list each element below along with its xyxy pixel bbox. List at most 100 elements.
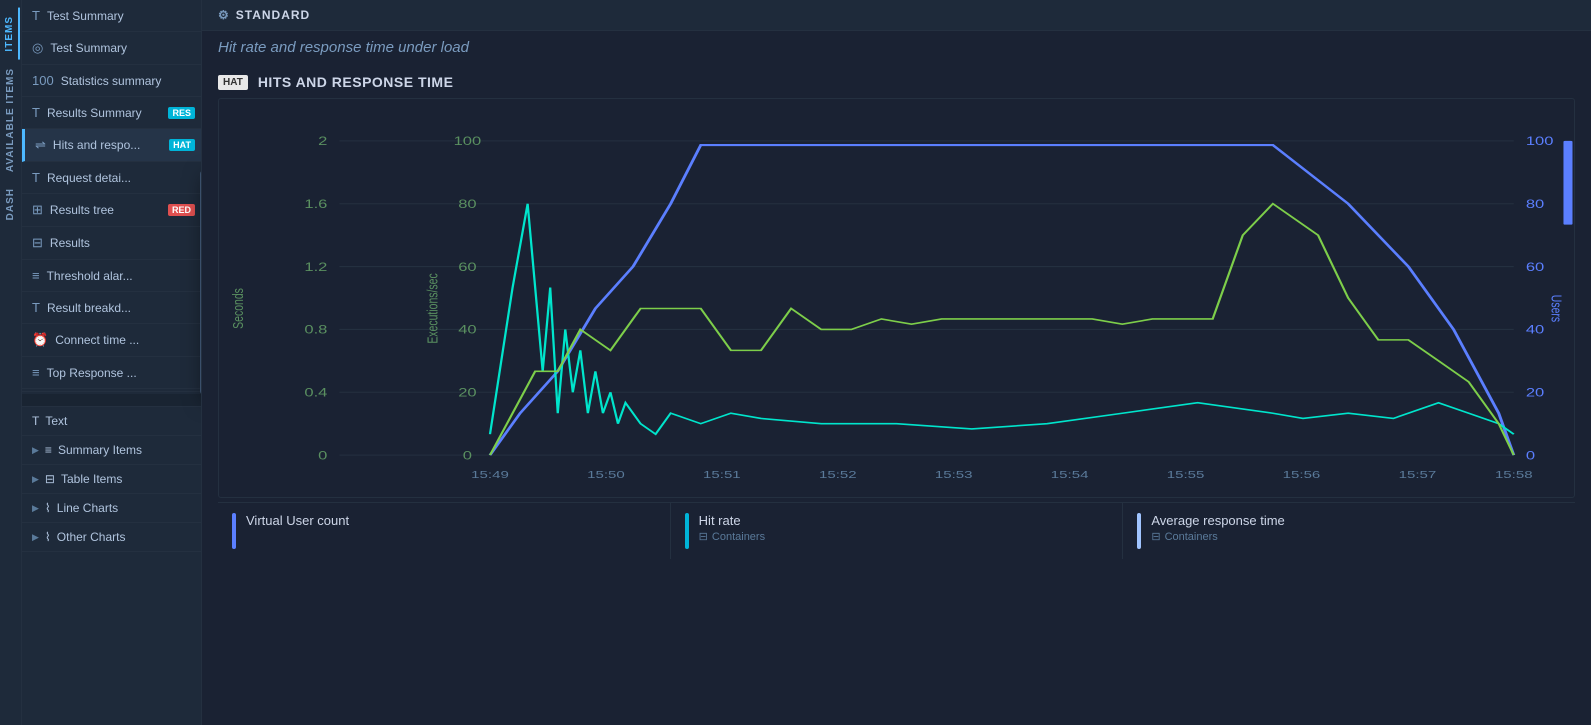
chevron-other-charts: ▶ bbox=[32, 532, 39, 543]
svg-text:15:58: 15:58 bbox=[1495, 468, 1533, 480]
sidebar-label-connect-time: Connect time ... bbox=[55, 333, 139, 347]
chart-container: HAT HITS AND RESPONSE TIME 2 1.6 1.2 0.8… bbox=[202, 64, 1591, 725]
sidebar-item-result-breakdown[interactable]: T Result breakd... bbox=[22, 292, 201, 324]
legend-label-avg-response: Average response time bbox=[1151, 513, 1284, 528]
sidebar-label-test-summary-t: Test Summary bbox=[47, 9, 124, 23]
badge-hits-and-response: HAT bbox=[169, 139, 195, 151]
chart-area: 2 1.6 1.2 0.8 0.4 0 100 80 60 40 20 0 10… bbox=[218, 98, 1575, 498]
vtab-items[interactable]: ITEMS bbox=[1, 8, 20, 60]
svg-text:15:53: 15:53 bbox=[935, 468, 973, 480]
legend-bar: Virtual User count Hit rate ⊟ Containers… bbox=[218, 502, 1575, 559]
label-summary-items: Summary Items bbox=[58, 443, 142, 457]
sidebar-label-test-summary-c: Test Summary bbox=[50, 41, 127, 55]
chart-svg: 2 1.6 1.2 0.8 0.4 0 100 80 60 40 20 0 10… bbox=[219, 99, 1574, 497]
standard-label: STANDARD bbox=[236, 8, 310, 22]
sidebar-item-test-summary-t[interactable]: T Test Summary bbox=[22, 0, 201, 32]
chevron-line-charts: ▶ bbox=[32, 503, 39, 514]
svg-text:Seconds: Seconds bbox=[229, 288, 246, 329]
available-section-header bbox=[22, 394, 201, 407]
sidebar-label-results-tree: Results tree bbox=[50, 203, 114, 217]
sidebar-label-request-detail: Request detai... bbox=[47, 171, 131, 185]
svg-text:60: 60 bbox=[458, 261, 476, 274]
svg-text:0.4: 0.4 bbox=[304, 387, 327, 400]
svg-text:15:49: 15:49 bbox=[471, 468, 509, 480]
svg-text:100: 100 bbox=[1526, 135, 1554, 148]
hat-badge: HAT bbox=[218, 75, 248, 90]
chevron-summary-items: ▶ bbox=[32, 445, 39, 456]
legend-color-virtual-user bbox=[232, 513, 236, 549]
sidebar-icon-hits-and-response: ⇌ bbox=[35, 137, 46, 153]
chart-title: HITS AND RESPONSE TIME bbox=[258, 74, 454, 90]
sidebar-icon-test-summary-c: ◎ bbox=[32, 40, 43, 56]
available-item-summary-items[interactable]: ▶ ≡ Summary Items bbox=[22, 436, 201, 465]
sidebar-label-result-breakdown: Result breakd... bbox=[47, 301, 131, 315]
sidebar-icon-top-response: ≡ bbox=[32, 365, 40, 380]
containers-icon-1: ⊟ bbox=[699, 530, 708, 543]
sidebar-label-statistics-summary: Statistics summary bbox=[61, 74, 162, 88]
sidebar-item-top-response[interactable]: ≡ Top Response ... bbox=[22, 357, 201, 389]
badge-results-summary: RES bbox=[168, 107, 195, 119]
svg-text:20: 20 bbox=[1526, 387, 1544, 400]
vtab-dash[interactable]: DASH bbox=[2, 180, 19, 228]
sidebar-icon-results-summary: T bbox=[32, 105, 40, 120]
label-text: Text bbox=[45, 414, 67, 428]
available-item-other-charts[interactable]: ▶ ⌇ Other Charts bbox=[22, 523, 201, 552]
legend-hit-rate: Hit rate ⊟ Containers bbox=[671, 503, 1124, 559]
svg-text:40: 40 bbox=[458, 324, 476, 337]
sidebar-icon-statistics-summary: 100 bbox=[32, 73, 54, 88]
svg-text:1.6: 1.6 bbox=[304, 198, 327, 211]
svg-text:80: 80 bbox=[1526, 198, 1544, 211]
svg-text:15:50: 15:50 bbox=[587, 468, 625, 480]
sidebar-label-results-summary: Results Summary bbox=[47, 106, 142, 120]
containers-icon-2: ⊟ bbox=[1151, 530, 1160, 543]
legend-label-virtual-user: Virtual User count bbox=[246, 513, 349, 528]
label-other-charts: Other Charts bbox=[57, 530, 126, 544]
legend-color-hit-rate bbox=[685, 513, 689, 549]
sidebar-item-statistics-summary[interactable]: 100 Statistics summary bbox=[22, 65, 201, 97]
svg-text:40: 40 bbox=[1526, 324, 1544, 337]
sidebar-label-results: Results bbox=[50, 236, 90, 250]
sidebar-item-results[interactable]: ⊟ Results bbox=[22, 227, 201, 260]
svg-text:Executions/sec: Executions/sec bbox=[423, 273, 440, 344]
sidebar-icon-results: ⊟ bbox=[32, 235, 43, 251]
sidebar-item-results-tree[interactable]: ⊞ Results tree RED bbox=[22, 194, 201, 227]
sidebar: T Test Summary ◎ Test Summary 100 Statis… bbox=[22, 0, 202, 725]
sidebar-item-request-detail[interactable]: T Request detai... bbox=[22, 162, 201, 194]
svg-text:60: 60 bbox=[1526, 261, 1544, 274]
svg-text:1.2: 1.2 bbox=[304, 261, 327, 274]
legend-label-hit-rate: Hit rate bbox=[699, 513, 765, 528]
sidebar-icon-test-summary-t: T bbox=[32, 8, 40, 23]
sidebar-icon-results-tree: ⊞ bbox=[32, 202, 43, 218]
vtab-available[interactable]: AVAILABLE ITEMS bbox=[2, 60, 19, 180]
icon-table-items: ⊟ bbox=[45, 472, 55, 486]
svg-text:2: 2 bbox=[318, 135, 327, 148]
sidebar-icon-request-detail: T bbox=[32, 170, 40, 185]
main-content: ⚙ STANDARD Hit rate and response time un… bbox=[202, 0, 1591, 725]
chart-header: HAT HITS AND RESPONSE TIME bbox=[218, 74, 1575, 90]
sidebar-item-test-summary-c[interactable]: ◎ Test Summary bbox=[22, 32, 201, 65]
sidebar-item-hits-and-response[interactable]: ⇌ Hits and respo... HAT bbox=[22, 129, 201, 162]
available-item-table-items[interactable]: ▶ ⊟ Table Items bbox=[22, 465, 201, 494]
svg-text:100: 100 bbox=[454, 135, 482, 148]
available-item-line-charts[interactable]: ▶ ⌇ Line Charts bbox=[22, 494, 201, 523]
sidebar-label-threshold-alarm: Threshold alar... bbox=[47, 269, 133, 283]
svg-text:0: 0 bbox=[463, 450, 472, 463]
legend-sub-avg-response: ⊟ Containers bbox=[1151, 530, 1284, 543]
sidebar-item-connect-time[interactable]: ⏰ Connect time ... bbox=[22, 324, 201, 357]
svg-text:15:51: 15:51 bbox=[703, 468, 741, 480]
label-table-items: Table Items bbox=[61, 472, 122, 486]
svg-text:20: 20 bbox=[458, 387, 476, 400]
sidebar-icon-connect-time: ⏰ bbox=[32, 332, 48, 348]
sidebar-item-threshold-alarm[interactable]: ≡ Threshold alar... bbox=[22, 260, 201, 292]
legend-color-avg-response bbox=[1137, 513, 1141, 549]
sidebar-label-hits-and-response: Hits and respo... bbox=[53, 138, 140, 152]
icon-summary-items: ≡ bbox=[45, 443, 52, 457]
main-header: ⚙ STANDARD bbox=[202, 0, 1591, 31]
badge-results-tree: RED bbox=[168, 204, 195, 216]
legend-virtual-user: Virtual User count bbox=[218, 503, 671, 559]
sidebar-item-results-summary[interactable]: T Results Summary RES bbox=[22, 97, 201, 129]
svg-text:15:54: 15:54 bbox=[1051, 468, 1089, 480]
available-item-text[interactable]: T Text bbox=[22, 407, 201, 436]
sidebar-icon-result-breakdown: T bbox=[32, 300, 40, 315]
label-line-charts: Line Charts bbox=[57, 501, 118, 515]
